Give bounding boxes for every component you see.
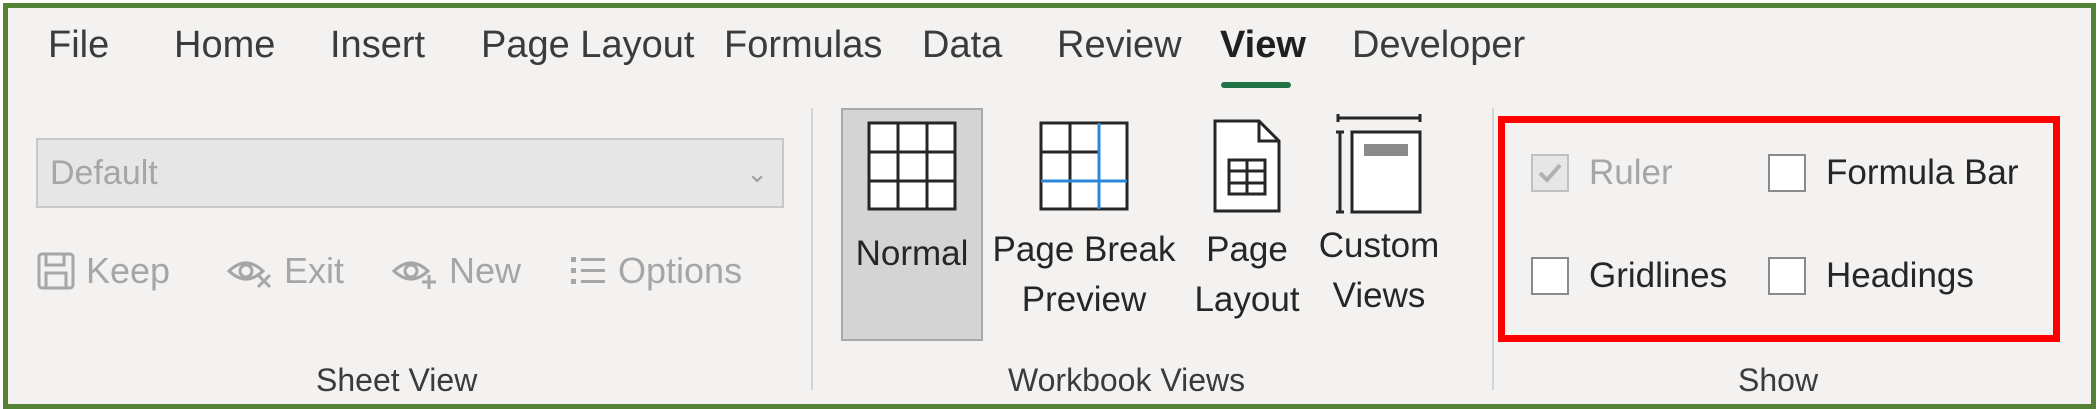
page-layout-label-2: Layout [1194, 280, 1300, 319]
tab-page-layout[interactable]: Page Layout [481, 24, 694, 67]
list-icon [571, 257, 605, 284]
new-button[interactable]: New [391, 250, 521, 292]
normal-label: Normal [855, 234, 969, 273]
custom-views-label-1: Custom [1318, 226, 1440, 265]
exit-button[interactable]: Exit [226, 250, 344, 292]
workbook-views-group-label: Workbook Views [1008, 362, 1246, 398]
show-group-highlight [1498, 116, 2060, 342]
tab-insert[interactable]: Insert [330, 24, 425, 67]
show-group-label: Show [1738, 362, 1819, 398]
tab-view[interactable]: View [1220, 24, 1306, 67]
custom-views-label-2: Views [1332, 276, 1426, 315]
tab-data[interactable]: Data [922, 24, 1002, 67]
group-separator [1492, 108, 1494, 390]
options-label: Options [618, 250, 743, 291]
page-layout-icon [1213, 119, 1281, 213]
sheet-view-select[interactable]: Default ⌄ [36, 138, 784, 208]
sheet-view-group-label: Sheet View [316, 362, 478, 398]
keep-label: Keep [86, 250, 171, 291]
new-label: New [449, 250, 522, 291]
ribbon-tabs: File Home Insert Page Layout Formulas Da… [8, 8, 2091, 98]
exit-label: Exit [284, 250, 345, 291]
normal-view-button[interactable]: Normal [841, 108, 983, 279]
page-break-label-2: Preview [1021, 280, 1147, 319]
tab-file[interactable]: File [48, 24, 109, 67]
tab-developer[interactable]: Developer [1352, 24, 1525, 67]
tab-home[interactable]: Home [174, 24, 275, 67]
options-button[interactable]: Options [568, 250, 742, 292]
ribbon-frame: File Home Insert Page Layout Formulas Da… [3, 3, 2096, 409]
page-break-preview-button[interactable]: Page Break Preview [989, 108, 1179, 325]
chevron-down-icon: ⌄ [746, 158, 768, 188]
page-break-icon [1039, 121, 1129, 211]
active-tab-underline [1221, 82, 1291, 88]
tab-formulas[interactable]: Formulas [724, 24, 882, 67]
page-layout-label-1: Page [1206, 230, 1288, 269]
custom-views-button[interactable]: Custom Views [1314, 108, 1444, 321]
page-layout-view-button[interactable]: Page Layout [1188, 108, 1306, 325]
page-break-label-1: Page Break [992, 230, 1176, 269]
tab-review[interactable]: Review [1057, 24, 1182, 67]
save-icon [37, 252, 75, 290]
keep-button[interactable]: Keep [36, 250, 170, 292]
eye-close-icon [226, 261, 272, 289]
eye-add-icon [391, 261, 436, 289]
grid-icon [867, 121, 957, 211]
custom-views-icon [1336, 114, 1422, 214]
sheet-view-select-value: Default [50, 154, 158, 192]
group-separator [811, 108, 813, 390]
